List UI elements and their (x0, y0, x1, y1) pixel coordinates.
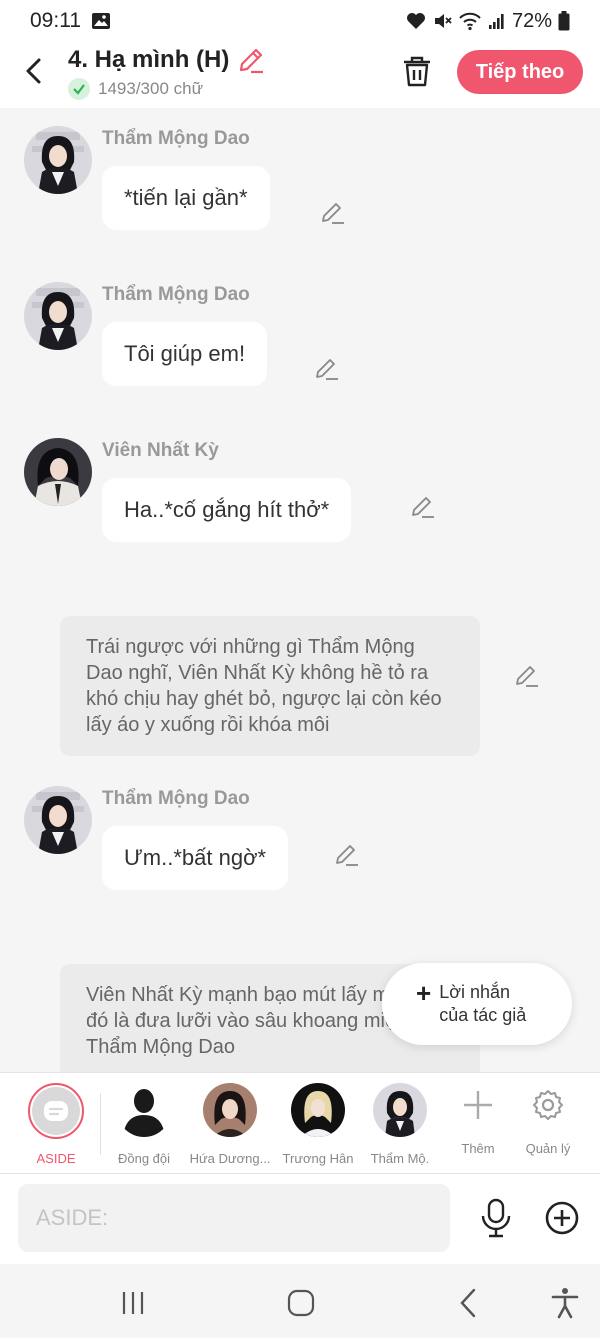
aside-label: ASIDE (36, 1151, 76, 1166)
check-icon (68, 78, 90, 100)
character-name: Thẩm Mộng Dao (102, 284, 250, 305)
narration-block[interactable]: Trái ngược với những gì Thẩm Mộng Dao ng… (60, 616, 480, 756)
gallery-icon (92, 13, 110, 29)
message-input[interactable] (18, 1184, 450, 1252)
wifi-icon (459, 12, 481, 31)
system-nav-bar (0, 1264, 600, 1338)
chapter-title-block: 4. Hạ mình (H) 1493/300 chữ (68, 46, 265, 100)
battery-icon (558, 11, 570, 31)
character-name: Viên Nhất Kỳ (102, 440, 219, 461)
character-selector: ASIDE Đồng đội Hứa Dương... Trương Hân T… (0, 1072, 600, 1174)
character-item[interactable]: Thẩm Mộ. (356, 1083, 444, 1166)
message-bubble[interactable]: Ưm..*bất ngờ* (102, 826, 289, 890)
message-bubble[interactable]: Ha..*cố gắng hít thở* (102, 478, 352, 542)
avatar[interactable] (24, 282, 92, 350)
character-label: Thẩm Mộ. (370, 1151, 430, 1166)
heart-icon (406, 13, 425, 29)
status-bar: 09:11 72% (0, 0, 600, 42)
chapter-title[interactable]: 4. Hạ mình (H) (68, 46, 229, 74)
avatar[interactable] (24, 126, 92, 194)
next-button[interactable]: Tiếp theo (457, 50, 583, 94)
chat-area[interactable]: Thẩm Mộng Dao *tiến lại gần* Thẩm Mộng D… (0, 108, 600, 1072)
edit-icon[interactable] (314, 356, 340, 382)
home-icon[interactable] (284, 1286, 318, 1320)
character-avatar (203, 1083, 257, 1137)
message-bubble[interactable]: Tôi giúp em! (102, 322, 268, 386)
microphone-icon[interactable] (478, 1198, 514, 1238)
character-label: Đồng đội (117, 1151, 171, 1166)
aside-icon (32, 1087, 80, 1135)
character-avatar (291, 1083, 345, 1137)
character-name: Thẩm Mộng Dao (102, 788, 250, 809)
character-label: Trương Hân (282, 1151, 354, 1166)
edit-icon[interactable] (514, 663, 540, 689)
avatar[interactable] (24, 786, 92, 854)
teammate-avatar (117, 1083, 171, 1137)
back-nav-icon[interactable] (452, 1286, 486, 1320)
author-note-label: Lời nhắn của tác giả (439, 982, 527, 1025)
word-count: 1493/300 chữ (98, 79, 203, 98)
character-avatar (373, 1083, 427, 1137)
battery-percent: 72% (511, 9, 552, 32)
edit-title-icon[interactable] (237, 46, 265, 74)
trash-icon[interactable] (400, 54, 434, 88)
mute-icon (434, 14, 452, 28)
status-time: 09:11 (30, 9, 81, 32)
author-note-button[interactable]: + Lời nhắn của tác giả (382, 963, 572, 1045)
character-label: Hứa Dương... (189, 1151, 271, 1166)
aside-selector[interactable]: ASIDE (12, 1083, 100, 1166)
avatar[interactable] (24, 438, 92, 506)
plus-icon (451, 1083, 505, 1127)
edit-icon[interactable] (410, 494, 436, 520)
accessibility-icon[interactable] (548, 1286, 582, 1320)
recent-apps-icon[interactable] (116, 1286, 150, 1320)
gear-icon (521, 1083, 575, 1127)
character-name: Thẩm Mộng Dao (102, 128, 250, 149)
character-item[interactable]: Hứa Dương... (186, 1083, 274, 1166)
composer (0, 1174, 600, 1264)
add-circle-icon[interactable] (544, 1200, 580, 1236)
edit-icon[interactable] (334, 842, 360, 868)
back-arrow-icon[interactable] (20, 56, 50, 86)
plus-icon: + (416, 977, 432, 1008)
character-item[interactable]: Đồng đội (100, 1083, 188, 1166)
signal-icon (488, 14, 504, 29)
edit-icon[interactable] (320, 200, 346, 226)
manage-button[interactable]: Quản lý (504, 1083, 592, 1156)
character-item[interactable]: Trương Hân (274, 1083, 362, 1166)
message-bubble[interactable]: *tiến lại gần* (102, 166, 270, 230)
manage-label: Quản lý (525, 1141, 571, 1156)
top-app-bar: 4. Hạ mình (H) 1493/300 chữ Tiếp theo (0, 42, 600, 108)
